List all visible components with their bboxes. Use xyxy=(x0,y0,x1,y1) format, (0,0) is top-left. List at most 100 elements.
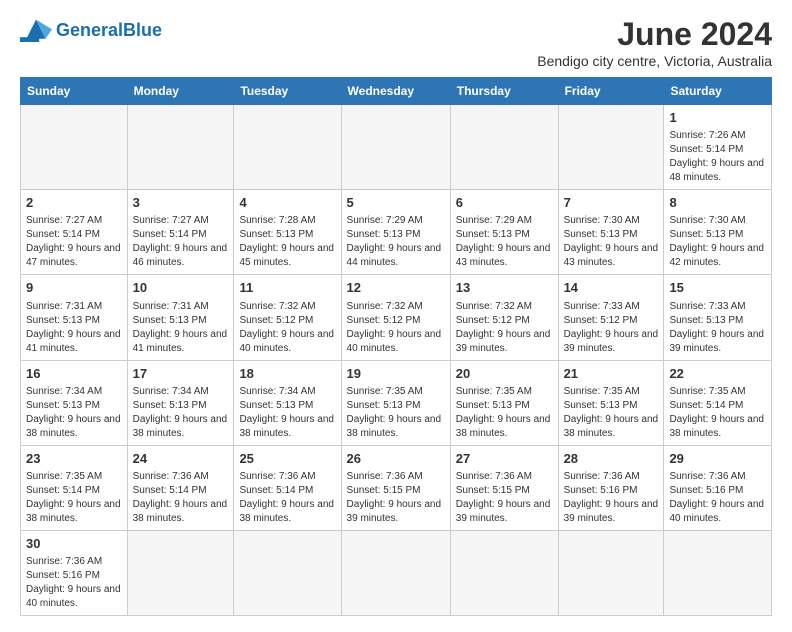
calendar-cell: 6Sunrise: 7:29 AM Sunset: 5:13 PM Daylig… xyxy=(450,190,558,275)
calendar-cell: 15 Sunrise: 7:33 AM Sunset: 5:13 PM Dayli… xyxy=(664,275,772,360)
week-row-3: 9 Sunrise: 7:31 AM Sunset: 5:13 PM Daylig… xyxy=(21,275,772,360)
calendar-table: SundayMondayTuesdayWednesdayThursdayFrid… xyxy=(20,77,772,616)
header-day-sunday: Sunday xyxy=(21,78,128,105)
day-number: 7 xyxy=(564,194,659,212)
day-info: Sunrise: 7:29 AM Sunset: 5:13 PM Dayligh… xyxy=(347,214,445,270)
day-number: 17 xyxy=(133,365,229,383)
calendar-cell xyxy=(341,530,450,615)
calendar-cell xyxy=(558,105,664,190)
day-info: Sunrise: 7:34 AM Sunset: 5:13 PM Dayligh… xyxy=(239,385,335,441)
day-number: 12 xyxy=(347,279,445,297)
week-row-4: 16 Sunrise: 7:34 AM Sunset: 5:13 PM Dayli… xyxy=(21,360,772,445)
day-number: 21 xyxy=(564,365,659,383)
day-info: Sunrise: 7:36 AM Sunset: 5:14 PM Dayligh… xyxy=(133,470,229,526)
title-section: June 2024 Bendigo city centre, Victoria,… xyxy=(537,16,772,69)
day-info: Sunrise: 7:33 AM Sunset: 5:13 PM Dayligh… xyxy=(669,300,766,356)
calendar-cell xyxy=(21,105,128,190)
day-info: Sunrise: 7:36 AM Sunset: 5:16 PM Dayligh… xyxy=(669,470,766,526)
logo-icon xyxy=(20,16,52,44)
header-day-tuesday: Tuesday xyxy=(234,78,341,105)
calendar-cell: 29Sunrise: 7:36 AM Sunset: 5:16 PM Dayli… xyxy=(664,445,772,530)
calendar-cell: 13 Sunrise: 7:32 AM Sunset: 5:12 PM Dayli… xyxy=(450,275,558,360)
calendar-cell: 2 Sunrise: 7:27 AM Sunset: 5:14 PM Daylig… xyxy=(21,190,128,275)
day-info: Sunrise: 7:36 AM Sunset: 5:14 PM Dayligh… xyxy=(239,470,335,526)
day-info: Sunrise: 7:32 AM Sunset: 5:12 PM Dayligh… xyxy=(456,300,553,356)
calendar-cell: 1Sunrise: 7:26 AM Sunset: 5:14 PM Daylig… xyxy=(664,105,772,190)
page-container: GeneralBlue June 2024 Bendigo city centr… xyxy=(20,16,772,616)
day-info: Sunrise: 7:36 AM Sunset: 5:16 PM Dayligh… xyxy=(564,470,659,526)
calendar-cell xyxy=(450,105,558,190)
day-number: 22 xyxy=(669,365,766,383)
day-number: 19 xyxy=(347,365,445,383)
logo-general: General xyxy=(56,20,123,40)
day-number: 26 xyxy=(347,450,445,468)
day-number: 25 xyxy=(239,450,335,468)
calendar-cell xyxy=(234,105,341,190)
week-row-5: 23Sunrise: 7:35 AM Sunset: 5:14 PM Dayli… xyxy=(21,445,772,530)
day-number: 1 xyxy=(669,109,766,127)
logo-text: GeneralBlue xyxy=(56,20,162,41)
day-info: Sunrise: 7:33 AM Sunset: 5:12 PM Dayligh… xyxy=(564,300,659,356)
day-info: Sunrise: 7:35 AM Sunset: 5:13 PM Dayligh… xyxy=(564,385,659,441)
calendar-cell: 7 Sunrise: 7:30 AM Sunset: 5:13 PM Daylig… xyxy=(558,190,664,275)
location-subtitle: Bendigo city centre, Victoria, Australia xyxy=(537,53,772,69)
day-info: Sunrise: 7:35 AM Sunset: 5:14 PM Dayligh… xyxy=(669,385,766,441)
calendar-cell: 11 Sunrise: 7:32 AM Sunset: 5:12 PM Dayli… xyxy=(234,275,341,360)
calendar-cell: 9Sunrise: 7:31 AM Sunset: 5:13 PM Daylig… xyxy=(21,275,128,360)
calendar-cell xyxy=(341,105,450,190)
header-day-wednesday: Wednesday xyxy=(341,78,450,105)
calendar-cell xyxy=(558,530,664,615)
calendar-cell: 12Sunrise: 7:32 AM Sunset: 5:12 PM Dayli… xyxy=(341,275,450,360)
day-info: Sunrise: 7:34 AM Sunset: 5:13 PM Dayligh… xyxy=(26,385,122,441)
calendar-cell: 14Sunrise: 7:33 AM Sunset: 5:12 PM Dayli… xyxy=(558,275,664,360)
calendar-cell: 5 Sunrise: 7:29 AM Sunset: 5:13 PM Daylig… xyxy=(341,190,450,275)
day-info: Sunrise: 7:36 AM Sunset: 5:16 PM Dayligh… xyxy=(26,555,122,611)
day-number: 11 xyxy=(239,279,335,297)
day-number: 28 xyxy=(564,450,659,468)
day-number: 16 xyxy=(26,365,122,383)
day-info: Sunrise: 7:35 AM Sunset: 5:14 PM Dayligh… xyxy=(26,470,122,526)
header-day-saturday: Saturday xyxy=(664,78,772,105)
day-number: 9 xyxy=(26,279,122,297)
calendar-cell: 3 Sunrise: 7:27 AM Sunset: 5:14 PM Daylig… xyxy=(127,190,234,275)
day-number: 18 xyxy=(239,365,335,383)
day-number: 24 xyxy=(133,450,229,468)
day-number: 10 xyxy=(133,279,229,297)
day-number: 5 xyxy=(347,194,445,212)
day-info: Sunrise: 7:35 AM Sunset: 5:13 PM Dayligh… xyxy=(347,385,445,441)
day-info: Sunrise: 7:35 AM Sunset: 5:13 PM Dayligh… xyxy=(456,385,553,441)
calendar-cell: 16 Sunrise: 7:34 AM Sunset: 5:13 PM Dayli… xyxy=(21,360,128,445)
day-info: Sunrise: 7:34 AM Sunset: 5:13 PM Dayligh… xyxy=(133,385,229,441)
day-info: Sunrise: 7:30 AM Sunset: 5:13 PM Dayligh… xyxy=(564,214,659,270)
day-number: 8 xyxy=(669,194,766,212)
week-row-2: 2 Sunrise: 7:27 AM Sunset: 5:14 PM Daylig… xyxy=(21,190,772,275)
day-number: 27 xyxy=(456,450,553,468)
month-title: June 2024 xyxy=(537,16,772,53)
header-row: SundayMondayTuesdayWednesdayThursdayFrid… xyxy=(21,78,772,105)
calendar-cell xyxy=(127,530,234,615)
calendar-cell: 28 Sunrise: 7:36 AM Sunset: 5:16 PM Dayli… xyxy=(558,445,664,530)
day-number: 13 xyxy=(456,279,553,297)
calendar-cell: 17 Sunrise: 7:34 AM Sunset: 5:13 PM Dayli… xyxy=(127,360,234,445)
header-day-thursday: Thursday xyxy=(450,78,558,105)
week-row-1: 1Sunrise: 7:26 AM Sunset: 5:14 PM Daylig… xyxy=(21,105,772,190)
day-info: Sunrise: 7:36 AM Sunset: 5:15 PM Dayligh… xyxy=(347,470,445,526)
day-number: 30 xyxy=(26,535,122,553)
calendar-cell: 27Sunrise: 7:36 AM Sunset: 5:15 PM Dayli… xyxy=(450,445,558,530)
calendar-cell: 30 Sunrise: 7:36 AM Sunset: 5:16 PM Dayli… xyxy=(21,530,128,615)
day-number: 15 xyxy=(669,279,766,297)
day-info: Sunrise: 7:31 AM Sunset: 5:13 PM Dayligh… xyxy=(133,300,229,356)
day-info: Sunrise: 7:27 AM Sunset: 5:14 PM Dayligh… xyxy=(133,214,229,270)
calendar-cell: 23Sunrise: 7:35 AM Sunset: 5:14 PM Dayli… xyxy=(21,445,128,530)
calendar-cell: 4Sunrise: 7:28 AM Sunset: 5:13 PM Daylig… xyxy=(234,190,341,275)
logo-blue: Blue xyxy=(123,20,162,40)
day-number: 2 xyxy=(26,194,122,212)
day-number: 3 xyxy=(133,194,229,212)
calendar-cell xyxy=(450,530,558,615)
day-info: Sunrise: 7:30 AM Sunset: 5:13 PM Dayligh… xyxy=(669,214,766,270)
calendar-cell: 22 Sunrise: 7:35 AM Sunset: 5:14 PM Dayli… xyxy=(664,360,772,445)
calendar-cell: 26 Sunrise: 7:36 AM Sunset: 5:15 PM Dayli… xyxy=(341,445,450,530)
day-info: Sunrise: 7:32 AM Sunset: 5:12 PM Dayligh… xyxy=(239,300,335,356)
day-info: Sunrise: 7:27 AM Sunset: 5:14 PM Dayligh… xyxy=(26,214,122,270)
day-info: Sunrise: 7:29 AM Sunset: 5:13 PM Dayligh… xyxy=(456,214,553,270)
